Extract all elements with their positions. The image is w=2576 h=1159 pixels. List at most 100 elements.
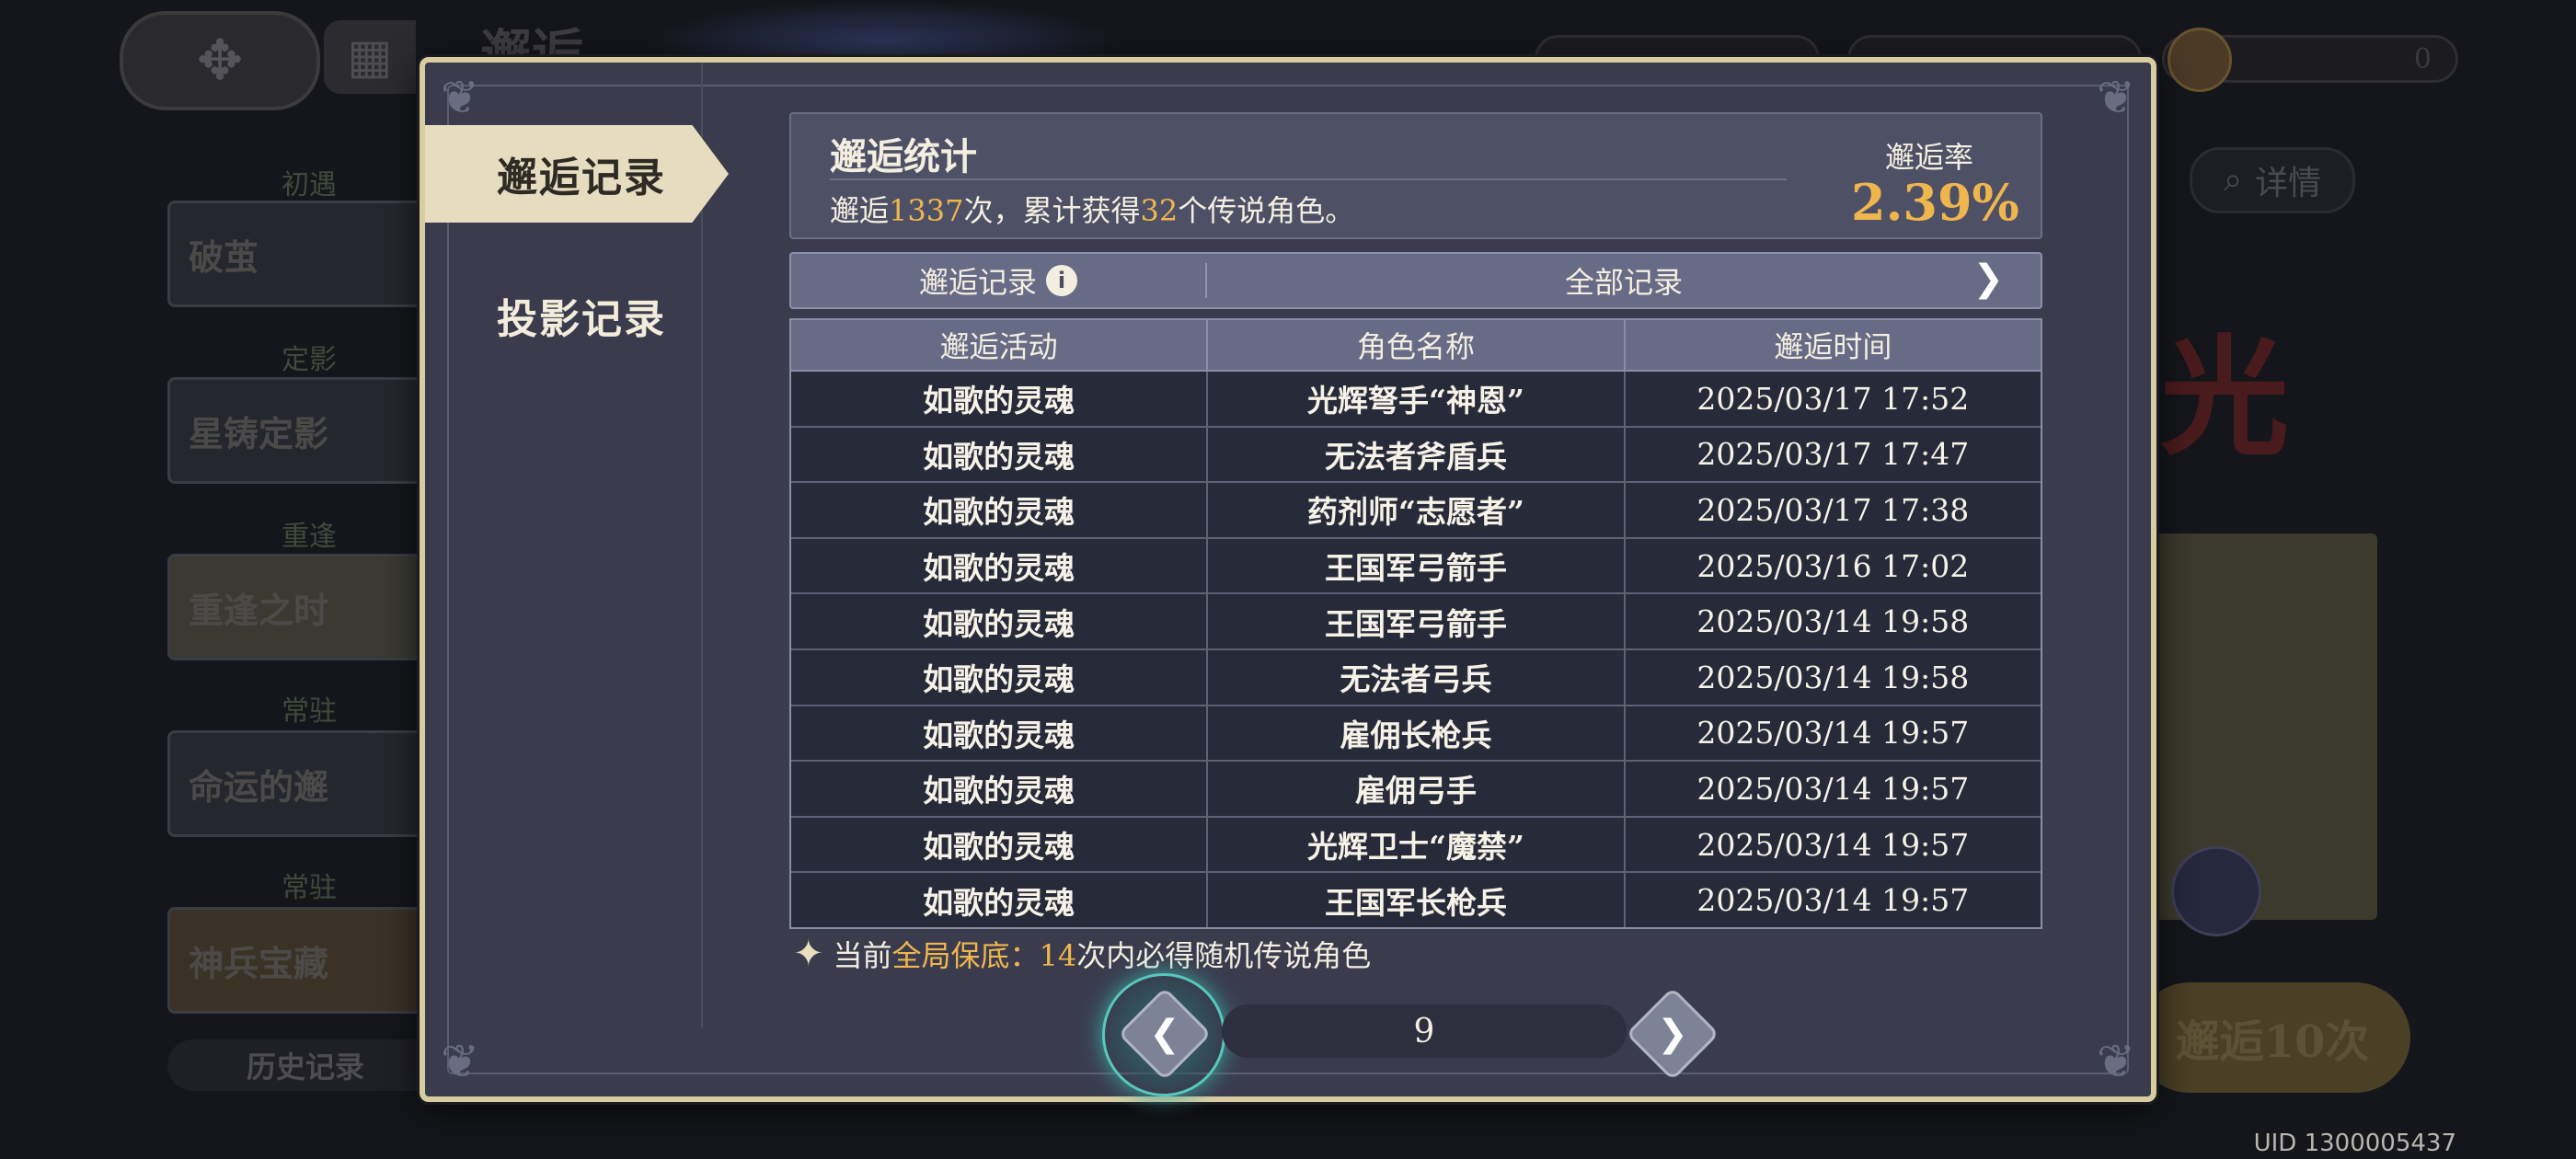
filter-label-group: 邂逅记录 i (791, 254, 1205, 307)
guarantee-text-part: 当前 (833, 938, 892, 973)
table-cell-event: 如歌的灵魂 (791, 594, 1209, 648)
next-page-button[interactable]: ❯ (1626, 987, 1719, 1081)
banner-title-char: 光 (2160, 323, 2290, 474)
table-header: 邂逅活动 角色名称 邂逅时间 (791, 320, 2041, 372)
table-cell-character: 雇佣长枪兵 (1208, 706, 1626, 761)
sidebar-section-label: 重逢 (282, 521, 337, 553)
table-cell-character: 药剂师“志愿者” (1208, 483, 1626, 537)
sidebar-banner-label: 命运的邂 (189, 765, 329, 808)
table-cell-event: 如歌的灵魂 (791, 706, 1209, 761)
pity-guarantee-note: ✦ 当前全局保底：14次内必得随机传说角色 (793, 933, 1371, 975)
table-cell-time: 2025/03/17 17:47 (1696, 436, 1970, 473)
info-icon[interactable]: i (1046, 265, 1077, 296)
guarantee-text-part: 次内必得随机传说角色 (1076, 938, 1372, 973)
sidebar-section-label: 常驻 (282, 872, 337, 904)
stats-text-part: 邂逅 (830, 193, 890, 228)
uid-label: UID 1300005437 (2253, 1130, 2456, 1157)
table-row: 如歌的灵魂 无法者弓兵 2025/03/14 19:58 (791, 649, 2041, 706)
coin-icon (2168, 28, 2232, 92)
sidebar-banner-label: 破茧 (189, 235, 259, 278)
table-cell-event: 如歌的灵魂 (791, 538, 1209, 593)
guarantee-highlight: 全局保底： (891, 938, 1040, 973)
sidebar-section-label: 定影 (282, 344, 337, 376)
page-indicator: 9 (1222, 1004, 1627, 1058)
stats-summary: 邂逅1337次，累计获得32个传说角色。 (830, 188, 1354, 230)
table-cell-event: 如歌的灵魂 (791, 817, 1209, 872)
table-cell-event: 如歌的灵魂 (791, 873, 1209, 927)
table-row: 如歌的灵魂 雇佣弓手 2025/03/14 19:57 (791, 762, 2041, 818)
sidebar-section-label: 初遇 (282, 169, 337, 201)
table-cell-time: 2025/03/14 19:58 (1696, 603, 1970, 640)
tab-label: 邂逅记录 (497, 155, 666, 201)
table-row: 如歌的灵魂 药剂师“志愿者” 2025/03/17 17:38 (791, 483, 2041, 539)
pagination: 9 ❮ ❯ (425, 973, 2151, 1096)
total-pulls-value: 1337 (889, 193, 964, 228)
table-cell-event: 如歌的灵魂 (791, 649, 1209, 705)
sidebar-banner-label: 重逢之时 (189, 589, 329, 631)
history-button[interactable]: 历史记录 (167, 1039, 443, 1091)
table-cell-event: 如歌的灵魂 (791, 427, 1209, 482)
stats-panel: 邂逅统计 邂逅1337次，累计获得32个传说角色。 邂逅率 2.39% (789, 112, 2042, 239)
stats-title: 邂逅统计 (830, 135, 977, 178)
table-cell-character: 王国军长枪兵 (1208, 873, 1626, 927)
search-icon: ⌕ (2224, 161, 2243, 199)
table-cell-time: 2025/03/14 19:57 (1696, 770, 1970, 807)
table-cell-event: 如歌的灵魂 (791, 762, 1209, 816)
table-cell-time: 2025/03/14 19:57 (1696, 882, 1970, 919)
sidebar-banner[interactable]: 星铸定影 (167, 377, 425, 484)
sidebar-banner-label: 星铸定影 (189, 412, 329, 454)
table-cell-character: 王国军弓箭手 (1208, 594, 1626, 648)
table-cell-character: 无法者斧盾兵 (1208, 427, 1626, 482)
table-cell-character: 王国军弓箭手 (1208, 538, 1626, 593)
table-row: 如歌的灵魂 光辉弩手“神恩” 2025/03/17 17:52 (791, 372, 2041, 428)
table-row: 如歌的灵魂 无法者斧盾兵 2025/03/17 17:47 (791, 427, 2041, 484)
records-dialog: ❦ ❦ ❦ ❦ 邂逅记录 投影记录 邂逅统计 邂逅1337次，累计获得32个传说… (420, 57, 2156, 1102)
column-header: 邂逅活动 (791, 320, 1209, 370)
currency-value: 0 (2413, 42, 2432, 75)
tab-pull-records[interactable]: 邂逅记录 (425, 125, 729, 223)
dialog-tab-nav: 邂逅记录 投影记录 (425, 63, 729, 1028)
table-cell-event: 如歌的灵魂 (791, 372, 1209, 426)
table-cell-character: 光辉弩手“神恩” (1208, 372, 1626, 426)
menu-icon[interactable]: ▦ (324, 20, 416, 94)
table-cell-event: 如歌的灵魂 (791, 483, 1209, 537)
sidebar-banner[interactable]: 重逢之时 (167, 554, 425, 660)
table-cell-time: 2025/03/14 19:57 (1696, 715, 1970, 752)
divider (830, 178, 1787, 180)
chevron-right-icon: ❯ (1657, 1013, 1688, 1055)
sidebar-section-label: 常驻 (282, 695, 337, 728)
chevron-left-icon: ❮ (1149, 1013, 1180, 1055)
sidebar-banner[interactable]: 破茧 (167, 201, 425, 307)
table-row: 如歌的灵魂 王国军弓箭手 2025/03/16 17:02 (791, 538, 2041, 595)
pull-ten-button[interactable]: 邂逅10次 (2134, 982, 2410, 1093)
table-cell-character: 光辉卫士“魔禁” (1208, 817, 1626, 872)
record-filter-bar: 邂逅记录 i 全部记录 ❯ (789, 252, 2042, 309)
chevron-right-icon: ❯ (1972, 258, 2004, 300)
filter-value: 全部记录 (1564, 265, 1683, 300)
rate-value: 2.39% (1851, 173, 2019, 232)
sparkle-icon: ✦ (793, 933, 824, 975)
table-cell-time: 2025/03/17 17:52 (1696, 380, 1970, 417)
legendary-count-value: 32 (1140, 193, 1179, 228)
tab-projection-records[interactable]: 投影记录 (425, 267, 729, 364)
sidebar-banner-label: 神兵宝藏 (189, 942, 329, 984)
filter-dropdown[interactable]: 全部记录 ❯ (1207, 254, 2041, 307)
records-table: 邂逅活动 角色名称 邂逅时间 如歌的灵魂 光辉弩手“神恩” 2025/03/17 1… (789, 318, 2042, 929)
details-button[interactable]: ⌕ 详情 (2190, 147, 2356, 213)
table-row: 如歌的灵魂 王国军长枪兵 2025/03/14 19:57 (791, 873, 2041, 927)
sidebar-banner[interactable]: 命运的邂 (167, 730, 425, 837)
table-cell-character: 无法者弓兵 (1208, 649, 1626, 705)
table-cell-time: 2025/03/17 17:38 (1696, 491, 1970, 528)
filter-label: 邂逅记录 (918, 265, 1037, 300)
details-label: 详情 (2255, 165, 2322, 202)
table-row: 如歌的灵魂 王国军弓箭手 2025/03/14 19:58 (791, 594, 2041, 650)
stats-text-part: 个传说角色。 (1178, 193, 1355, 228)
pity-count-value: 14 (1039, 938, 1077, 973)
corner-ornament-icon: ❦ (2097, 71, 2135, 124)
back-button[interactable]: ✥ (120, 11, 320, 110)
column-header: 邂逅时间 (1774, 329, 1892, 364)
table-cell-time: 2025/03/14 19:58 (1696, 659, 1970, 695)
tab-label: 投影记录 (497, 296, 666, 343)
sidebar-banner[interactable]: 神兵宝藏 (167, 907, 425, 1014)
table-cell-character: 雇佣弓手 (1208, 762, 1626, 816)
